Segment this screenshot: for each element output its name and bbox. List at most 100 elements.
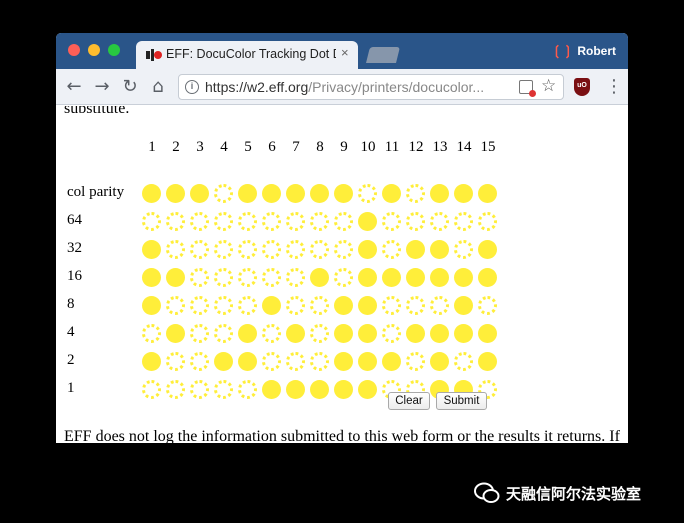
dot-checkbox[interactable] [382,239,401,259]
dot-checkbox[interactable] [454,267,473,287]
bookmark-star-icon[interactable]: ☆ [541,76,556,96]
dot-checkbox[interactable] [142,323,161,343]
dot-checkbox[interactable] [238,379,257,399]
dot-checkbox[interactable] [382,267,401,287]
dot-checkbox[interactable] [358,267,377,287]
dot-checkbox[interactable] [454,239,473,259]
maximize-window-button[interactable] [108,44,120,56]
dot-checkbox[interactable] [286,239,305,259]
dot-checkbox[interactable] [190,211,209,231]
dot-checkbox[interactable] [214,351,233,371]
dot-checkbox[interactable] [334,323,353,343]
dot-checkbox[interactable] [286,351,305,371]
clear-button[interactable]: Clear [388,392,430,410]
tab-eff-docucolor[interactable]: EFF: DocuColor Tracking Dot D × [136,41,358,69]
dot-checkbox[interactable] [286,295,305,315]
reload-icon[interactable]: ↻ [120,77,140,97]
dot-checkbox[interactable] [310,211,329,231]
close-window-button[interactable] [68,44,80,56]
dot-checkbox[interactable] [358,239,377,259]
blocked-content-icon[interactable] [519,80,536,97]
dot-checkbox[interactable] [238,267,257,287]
dot-checkbox[interactable] [214,239,233,259]
dot-checkbox[interactable] [334,295,353,315]
submit-button[interactable]: Submit [436,392,487,410]
dot-checkbox[interactable] [430,295,449,315]
dot-checkbox[interactable] [166,211,185,231]
dot-checkbox[interactable] [310,379,329,399]
url-text[interactable]: https://w2.eff.org/Privacy/printers/docu… [205,79,505,95]
menu-kebab-icon[interactable]: ⋮ [605,76,623,97]
dot-checkbox[interactable] [478,239,497,259]
dot-checkbox[interactable] [334,267,353,287]
dot-checkbox[interactable] [382,351,401,371]
dot-checkbox[interactable] [262,183,281,203]
dot-checkbox[interactable] [406,267,425,287]
dot-checkbox[interactable] [190,379,209,399]
dot-checkbox[interactable] [142,351,161,371]
dot-checkbox[interactable] [358,211,377,231]
dot-checkbox[interactable] [262,239,281,259]
dot-checkbox[interactable] [478,267,497,287]
dot-checkbox[interactable] [310,267,329,287]
dot-checkbox[interactable] [214,323,233,343]
dot-checkbox[interactable] [478,323,497,343]
dot-checkbox[interactable] [214,379,233,399]
dot-checkbox[interactable] [430,211,449,231]
dot-checkbox[interactable] [406,295,425,315]
dot-checkbox[interactable] [382,183,401,203]
dot-checkbox[interactable] [142,211,161,231]
dot-checkbox[interactable] [286,211,305,231]
dot-checkbox[interactable] [286,267,305,287]
minimize-window-button[interactable] [88,44,100,56]
dot-checkbox[interactable] [166,183,185,203]
dot-checkbox[interactable] [166,379,185,399]
back-arrow-icon[interactable]: ← [64,77,84,97]
tab-close-icon[interactable]: × [341,45,349,60]
dot-checkbox[interactable] [238,183,257,203]
dot-checkbox[interactable] [454,323,473,343]
dot-checkbox[interactable] [478,295,497,315]
dot-checkbox[interactable] [430,183,449,203]
dot-checkbox[interactable] [166,267,185,287]
dot-checkbox[interactable] [358,183,377,203]
dot-checkbox[interactable] [406,211,425,231]
dot-checkbox[interactable] [334,183,353,203]
dot-checkbox[interactable] [358,323,377,343]
dot-checkbox[interactable] [214,211,233,231]
dot-checkbox[interactable] [262,351,281,371]
dot-checkbox[interactable] [478,351,497,371]
dot-checkbox[interactable] [286,323,305,343]
dot-checkbox[interactable] [358,295,377,315]
dot-checkbox[interactable] [190,267,209,287]
dot-checkbox[interactable] [262,295,281,315]
dot-checkbox[interactable] [286,379,305,399]
dot-checkbox[interactable] [454,295,473,315]
new-tab-button[interactable] [366,47,400,63]
dot-checkbox[interactable] [262,211,281,231]
dot-checkbox[interactable] [406,183,425,203]
dot-checkbox[interactable] [190,183,209,203]
dot-checkbox[interactable] [334,379,353,399]
dot-checkbox[interactable] [334,239,353,259]
dot-checkbox[interactable] [406,323,425,343]
info-icon[interactable]: i [185,80,199,94]
dot-checkbox[interactable] [166,239,185,259]
dot-checkbox[interactable] [166,323,185,343]
profile-button[interactable]: ❲❳ Robert [552,43,616,59]
dot-checkbox[interactable] [214,267,233,287]
dot-checkbox[interactable] [214,295,233,315]
dot-checkbox[interactable] [454,183,473,203]
dot-checkbox[interactable] [310,351,329,371]
dot-checkbox[interactable] [190,295,209,315]
dot-checkbox[interactable] [382,295,401,315]
dot-checkbox[interactable] [262,323,281,343]
dot-checkbox[interactable] [358,379,377,399]
dot-checkbox[interactable] [430,267,449,287]
dot-checkbox[interactable] [382,211,401,231]
dot-checkbox[interactable] [454,211,473,231]
dot-checkbox[interactable] [142,183,161,203]
dot-checkbox[interactable] [238,351,257,371]
dot-checkbox[interactable] [358,351,377,371]
dot-checkbox[interactable] [430,323,449,343]
